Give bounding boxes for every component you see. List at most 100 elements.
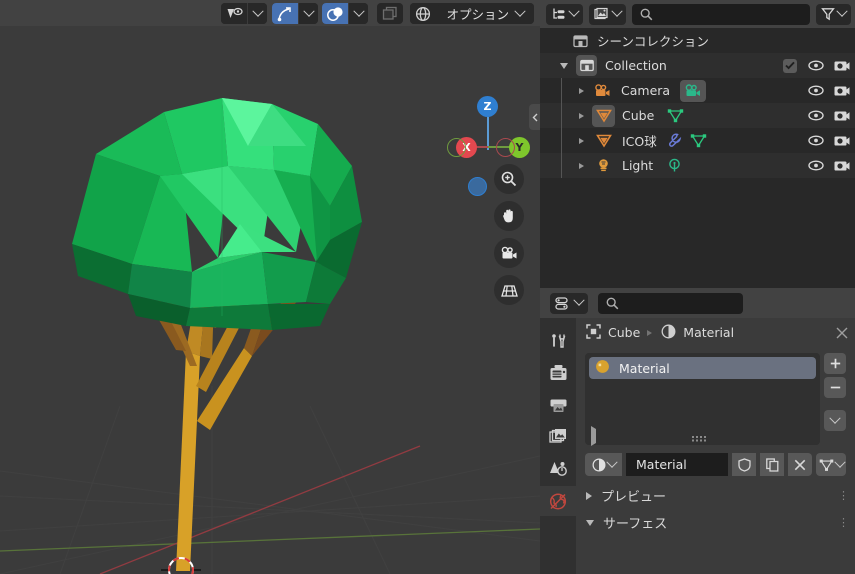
- outliner-row-toggles[interactable]: [777, 53, 855, 78]
- panel-surface[interactable]: サーフェス ⋮: [576, 509, 855, 536]
- outliner-row-toggles[interactable]: [803, 128, 855, 153]
- outliner-filter-button[interactable]: [816, 3, 851, 25]
- scene-collection-icon: [571, 34, 589, 48]
- tab-world[interactable]: [540, 486, 576, 516]
- camera-render-icon[interactable]: [829, 59, 855, 72]
- navigation-gizmo[interactable]: Z X Y: [444, 88, 532, 196]
- duplicate-copy-icon[interactable]: [760, 453, 784, 476]
- outliner-row-icosphere[interactable]: ICO球: [540, 128, 855, 153]
- outliner-row-scene-collection[interactable]: シーンコレクション: [540, 28, 855, 53]
- gizmos-dropdown-chevron[interactable]: [298, 3, 318, 24]
- gizmos-toggle-icon[interactable]: [272, 3, 298, 24]
- properties-editor-type-dropdown[interactable]: [550, 292, 588, 314]
- outliner-label: Collection: [605, 58, 667, 73]
- tab-view-layer[interactable]: [540, 422, 576, 452]
- node-tree-icon[interactable]: [816, 453, 846, 476]
- tool-icon: [551, 333, 565, 348]
- overlays-dropdown-chevron[interactable]: [348, 3, 368, 24]
- camera-render-icon[interactable]: [829, 109, 855, 122]
- camera-data-icon[interactable]: [680, 79, 707, 102]
- breadcrumb-object[interactable]: Cube: [608, 325, 640, 340]
- remove-slot-minus-icon[interactable]: [824, 377, 846, 398]
- viewport-canvas[interactable]: Z X Y: [0, 26, 540, 574]
- expander-icosphere[interactable]: [575, 134, 588, 147]
- expander-cube[interactable]: [575, 109, 588, 122]
- panel-preview[interactable]: プレビュー ⋮: [576, 482, 855, 509]
- mesh-data-icon[interactable]: [663, 108, 687, 123]
- material-datablock-row[interactable]: Material: [585, 453, 846, 476]
- shading-wireframe-icon[interactable]: [410, 3, 436, 24]
- material-datablock-type-dropdown[interactable]: [585, 453, 622, 476]
- chevron-down-icon: [605, 456, 618, 468]
- properties-search-input[interactable]: [598, 292, 743, 314]
- expander-collection[interactable]: [557, 59, 570, 72]
- expander-light[interactable]: [575, 159, 588, 172]
- sidebar-collapse-arrow[interactable]: [529, 104, 540, 130]
- material-slot-list[interactable]: Material: [585, 353, 820, 446]
- outliner-row-toggles[interactable]: [803, 103, 855, 128]
- gizmo-axis-z-negative[interactable]: [468, 177, 487, 196]
- properties-content[interactable]: Cube Material Material Material プレビュー ⋮ …: [576, 318, 855, 574]
- add-slot-plus-icon[interactable]: [824, 353, 846, 374]
- fake-user-shield-icon[interactable]: [732, 453, 756, 476]
- modifier-wrench-icon[interactable]: [663, 133, 687, 148]
- collection-checkbox[interactable]: [777, 58, 803, 73]
- chevron-down-icon: [568, 5, 580, 17]
- eye-icon[interactable]: [803, 60, 829, 71]
- outliner-editor[interactable]: シーンコレクション Collection Camera Cube ICO球 Li…: [540, 0, 855, 288]
- properties-tab-strip[interactable]: [540, 318, 576, 574]
- chevron-down-icon: [833, 456, 846, 468]
- material-slot-buttons[interactable]: [824, 353, 846, 445]
- 3d-viewport[interactable]: オプション Z X Y: [0, 0, 540, 574]
- outliner-row-cube[interactable]: Cube: [540, 103, 855, 128]
- mesh-data-icon[interactable]: [687, 133, 711, 148]
- expander-camera[interactable]: [575, 84, 588, 97]
- visibility-selector-group[interactable]: [221, 3, 267, 24]
- tab-output[interactable]: [540, 390, 576, 420]
- outliner-row-toggles[interactable]: [803, 153, 855, 178]
- viewport-options-button[interactable]: オプション: [438, 3, 532, 24]
- eye-icon[interactable]: [803, 85, 829, 96]
- camera-render-icon[interactable]: [829, 159, 855, 172]
- overlays-toggle-group[interactable]: [322, 3, 368, 24]
- outliner-row-collection[interactable]: Collection: [540, 53, 855, 78]
- eye-icon[interactable]: [803, 110, 829, 121]
- gizmos-toggle-group[interactable]: [272, 3, 318, 24]
- pan-hand-icon[interactable]: [494, 201, 524, 231]
- orthographic-grid-icon[interactable]: [494, 275, 524, 305]
- eye-icon[interactable]: [803, 160, 829, 171]
- material-list-grip[interactable]: [585, 436, 820, 442]
- properties-editor[interactable]: Cube Material Material Material プレビュー ⋮ …: [540, 288, 855, 574]
- gizmo-axis-y-negative[interactable]: [447, 138, 466, 157]
- tab-scene[interactable]: [540, 454, 576, 484]
- breadcrumb-material[interactable]: Material: [683, 325, 734, 340]
- overlays-toggle-icon[interactable]: [322, 3, 348, 24]
- camera-render-icon[interactable]: [829, 134, 855, 147]
- visibility-dropdown-chevron[interactable]: [247, 3, 267, 24]
- material-slot-row[interactable]: Material: [589, 357, 816, 379]
- tab-tool[interactable]: [540, 326, 576, 356]
- xray-toggle-group[interactable]: [377, 3, 403, 24]
- eye-icon[interactable]: [803, 135, 829, 146]
- outliner-tree[interactable]: シーンコレクション Collection Camera Cube ICO球 Li…: [540, 28, 855, 288]
- visibility-selector-icon[interactable]: [221, 3, 247, 24]
- gizmo-axis-z[interactable]: Z: [477, 96, 498, 117]
- light-data-icon[interactable]: [662, 158, 686, 173]
- material-name-field[interactable]: Material: [626, 453, 728, 476]
- unlink-x-icon[interactable]: [788, 453, 812, 476]
- outliner-scene-dropdown[interactable]: [589, 3, 626, 25]
- tab-render[interactable]: [540, 358, 576, 388]
- slot-specials-dropdown[interactable]: [824, 410, 846, 431]
- xray-toggle-icon[interactable]: [377, 3, 403, 24]
- zoom-icon[interactable]: [494, 164, 524, 194]
- gizmo-axis-x-negative[interactable]: [496, 138, 515, 157]
- camera-view-icon[interactable]: [494, 238, 524, 268]
- outliner-row-camera[interactable]: Camera: [540, 78, 855, 103]
- outliner-row-toggles[interactable]: [803, 78, 855, 103]
- outliner-label: Light: [622, 158, 654, 173]
- pin-icon[interactable]: [835, 326, 849, 343]
- outliner-display-mode-dropdown[interactable]: [546, 3, 583, 25]
- camera-render-icon[interactable]: [829, 84, 855, 97]
- outliner-search-input[interactable]: [632, 3, 810, 25]
- outliner-row-light[interactable]: Light: [540, 153, 855, 178]
